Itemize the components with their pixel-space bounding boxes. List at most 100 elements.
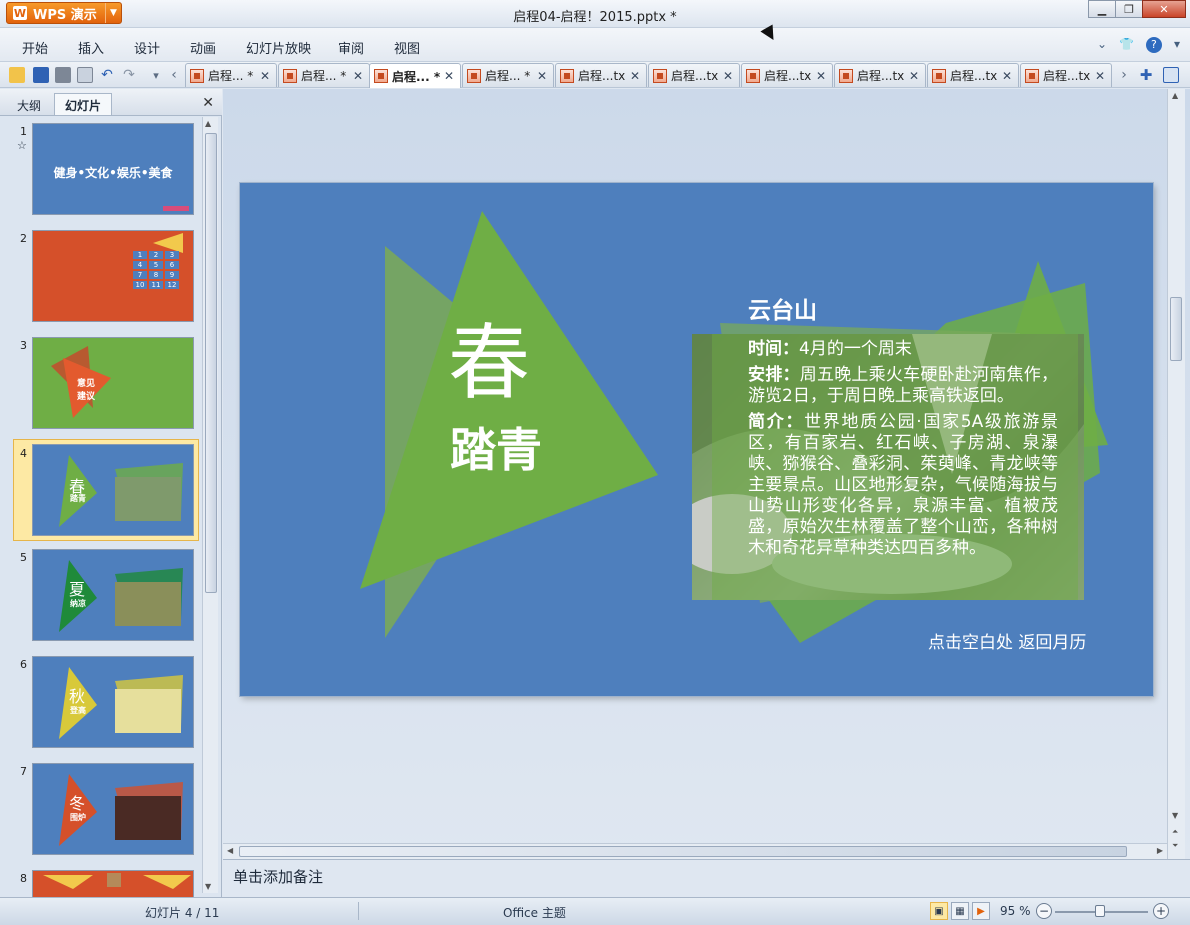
pptx-file-icon	[653, 68, 667, 83]
scroll-down-icon[interactable]: ▼	[1172, 811, 1178, 820]
slide-vertical-scrollbar[interactable]: ▲ ▼ ⏶ ⏷	[1167, 89, 1185, 859]
thumb-shape	[43, 873, 191, 889]
thumb-sub: 围炉	[70, 813, 86, 822]
menu-review[interactable]: 审阅	[338, 38, 364, 57]
slide-number: 4	[20, 447, 27, 460]
tabs-scroll-right-icon[interactable]: ›	[1116, 67, 1132, 83]
tab-outline[interactable]: 大纲	[6, 93, 52, 115]
skin-shirt-icon[interactable]: 👕	[1119, 37, 1134, 53]
new-tab-plus-icon[interactable]: ✚	[1138, 66, 1154, 84]
chevron-down-icon[interactable]: ⌄	[1097, 37, 1107, 53]
slide-thumbnail-5[interactable]: 夏 纳凉	[32, 549, 194, 641]
print-preview-icon[interactable]	[77, 67, 93, 83]
doc-tab[interactable]: 启程...tx ✕	[1020, 63, 1112, 87]
close-tab-icon[interactable]: ✕	[1002, 69, 1012, 83]
normal-view-icon[interactable]: ▣	[930, 902, 948, 920]
tab-list-icon[interactable]	[1163, 67, 1179, 83]
slide-number: 2	[20, 232, 27, 245]
chevron-down-icon[interactable]: ▾	[1174, 37, 1180, 53]
menu-insert[interactable]: 插入	[78, 38, 104, 57]
close-tab-icon[interactable]: ✕	[909, 69, 919, 83]
notes-input[interactable]: 单击添加备注	[223, 859, 1190, 897]
close-tab-icon[interactable]: ✕	[260, 69, 270, 83]
doc-tab[interactable]: 启程...tx ✕	[927, 63, 1019, 87]
close-pane-icon[interactable]: ✕	[202, 95, 214, 111]
menu-design[interactable]: 设计	[134, 38, 160, 57]
slide-thumbnails: 1 ☆ 健身•文化•娱乐•美食 2 1 2 3 4 5 6 7 8 9 10 1…	[0, 117, 202, 897]
slideshow-icon[interactable]: ▶	[972, 902, 990, 920]
save-icon[interactable]	[33, 67, 49, 83]
doc-tab[interactable]: 启程...tx ✕	[741, 63, 833, 87]
slide-canvas[interactable]: 春 踏青 云台山 时间：4月的一个周末 安排：周五晚上乘火车硬卧赴河南焦作，游览…	[240, 183, 1153, 696]
thumb-label: 秋	[69, 687, 86, 706]
scroll-up-icon[interactable]: ▲	[1172, 91, 1178, 100]
doc-tab[interactable]: 启程... * ✕	[185, 63, 277, 87]
return-to-calendar-link[interactable]: 点击空白处 返回月历	[928, 628, 1086, 653]
doc-tab[interactable]: 启程...tx ✕	[555, 63, 647, 87]
thumbnails-scrollbar[interactable]: ▲ ▼	[202, 117, 218, 893]
zoom-in-icon[interactable]: +	[1153, 903, 1169, 919]
menu-home[interactable]: 开始	[22, 38, 48, 57]
doc-tab-active[interactable]: 启程... * ✕	[369, 63, 461, 88]
help-icon[interactable]: ?	[1145, 37, 1162, 53]
redo-icon[interactable]: ↷	[121, 67, 137, 83]
tab-slides[interactable]: 幻灯片	[54, 93, 113, 115]
slide-thumbnail-7[interactable]: 冬 围炉	[32, 763, 194, 855]
pptx-file-icon	[560, 68, 574, 83]
tabs-scroll-left-icon[interactable]: ‹	[166, 67, 182, 83]
close-tab-icon[interactable]: ✕	[723, 69, 733, 83]
scrollbar-thumb[interactable]	[205, 133, 217, 593]
toolbar-dropdown-icon[interactable]: ▾	[148, 67, 164, 83]
pptx-file-icon	[467, 68, 481, 83]
slide-thumbnail-6[interactable]: 秋 登高	[32, 656, 194, 748]
doc-tab[interactable]: 启程...tx ✕	[834, 63, 926, 87]
pptx-file-icon	[746, 68, 760, 83]
scrollbar-thumb[interactable]	[1170, 297, 1182, 361]
scroll-up-icon[interactable]: ▲	[205, 119, 211, 128]
close-tab-icon[interactable]: ✕	[1095, 69, 1105, 83]
maximize-button[interactable]: ❐	[1115, 0, 1143, 18]
window-controls: ▁ ❐ ✕	[1088, 0, 1186, 18]
close-tab-icon[interactable]: ✕	[353, 69, 363, 83]
slide-thumbnail-1[interactable]: 健身•文化•娱乐•美食	[32, 123, 194, 215]
status-bar: 幻灯片 4 / 11 Office 主题 ▣ ▦ ▶ 95 % − +	[0, 897, 1190, 925]
next-slide-icon[interactable]: ⏷	[1172, 841, 1178, 851]
slides-pane: 大纲 幻灯片 ✕ 1 ☆ 健身•文化•娱乐•美食 2 1 2 3 4 5 6 7…	[0, 89, 222, 897]
print-icon[interactable]	[55, 67, 71, 83]
doc-tab[interactable]: 启程... * ✕	[462, 63, 554, 87]
zoom-level: 95 %	[1000, 904, 1031, 918]
previous-slide-icon[interactable]: ⏶	[1172, 827, 1178, 837]
slide-thumbnail-8[interactable]	[32, 870, 194, 897]
time-label: 时间：	[748, 339, 799, 359]
close-tab-icon[interactable]: ✕	[444, 69, 454, 83]
close-tab-icon[interactable]: ✕	[816, 69, 826, 83]
menu-slideshow[interactable]: 幻灯片放映	[246, 38, 311, 57]
slide-horizontal-scrollbar[interactable]: ◀ ▶	[223, 843, 1167, 859]
minimize-button[interactable]: ▁	[1088, 0, 1116, 18]
slide-thumbnail-2[interactable]: 1 2 3 4 5 6 7 8 9 10 11 12	[32, 230, 194, 322]
scroll-left-icon[interactable]: ◀	[227, 846, 233, 855]
scrollbar-thumb[interactable]	[239, 846, 1127, 857]
pptx-file-icon	[374, 69, 388, 83]
menu-animation[interactable]: 动画	[190, 38, 216, 57]
slide-number: 1	[20, 125, 27, 138]
slide-sorter-icon[interactable]: ▦	[951, 902, 969, 920]
undo-icon[interactable]: ↶	[99, 67, 115, 83]
menu-view[interactable]: 视图	[394, 38, 420, 57]
close-tab-icon[interactable]: ✕	[537, 69, 547, 83]
zoom-slider-handle[interactable]	[1095, 905, 1105, 917]
thumb-label: 意见建议	[77, 379, 96, 402]
close-tab-icon[interactable]: ✕	[630, 69, 640, 83]
open-folder-icon[interactable]	[9, 67, 25, 83]
slide-thumbnail-4[interactable]: 春 踏青	[32, 444, 194, 536]
scroll-right-icon[interactable]: ▶	[1157, 846, 1163, 855]
doc-tab[interactable]: 启程...tx ✕	[648, 63, 740, 87]
thumb-sub: 登高	[70, 706, 86, 715]
scroll-down-icon[interactable]: ▼	[205, 882, 211, 891]
slide-thumbnail-3[interactable]: 意见建议	[32, 337, 194, 429]
thumb-sub: 纳凉	[70, 599, 86, 608]
zoom-out-icon[interactable]: −	[1036, 903, 1052, 919]
pptx-file-icon	[283, 68, 297, 83]
doc-tab[interactable]: 启程... * ✕	[278, 63, 370, 87]
close-window-button[interactable]: ✕	[1142, 0, 1186, 18]
